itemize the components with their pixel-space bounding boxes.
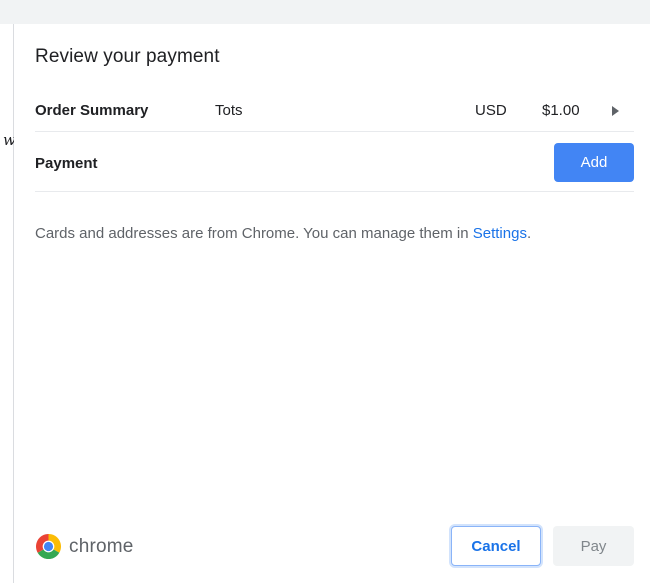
info-text-suffix: .	[526, 225, 532, 242]
add-payment-button[interactable]: Add	[554, 143, 634, 182]
order-amount: $1.00	[542, 102, 580, 119]
order-summary-label: Order Summary	[35, 102, 149, 119]
browser-top-strip	[0, 0, 650, 24]
info-text: Cards and addresses are from Chrome. You…	[35, 225, 531, 242]
chrome-brand: chrome	[36, 534, 134, 559]
payment-dialog: Review your payment Order Summary Tots U…	[14, 24, 650, 583]
payment-label: Payment	[35, 155, 98, 172]
background-page-edge	[0, 24, 14, 583]
order-item-name: Tots	[215, 102, 243, 119]
order-currency: USD	[475, 102, 507, 119]
info-text-body: Cards and addresses are from Chrome. You…	[35, 225, 473, 242]
payment-row: Payment Add	[35, 132, 634, 192]
triangle-right-icon[interactable]	[612, 106, 619, 116]
chrome-logo-icon	[36, 534, 61, 559]
chrome-wordmark: chrome	[69, 535, 134, 557]
order-summary-row[interactable]: Order Summary Tots USD $1.00	[35, 88, 634, 132]
dialog-title: Review your payment	[35, 46, 220, 67]
settings-link[interactable]: Settings	[473, 225, 527, 242]
pay-button[interactable]: Pay	[553, 526, 634, 566]
cancel-button[interactable]: Cancel	[451, 526, 541, 566]
